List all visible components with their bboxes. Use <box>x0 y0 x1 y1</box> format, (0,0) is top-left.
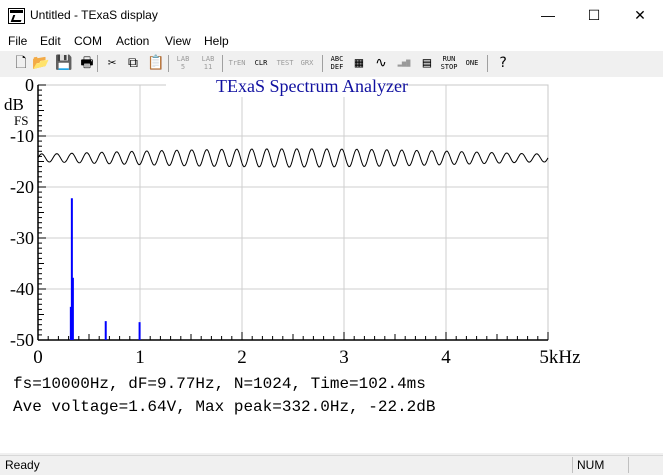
status-cell <box>628 457 663 473</box>
lab11-icon[interactable]: LAB 11 <box>199 54 217 73</box>
status-bar: Ready NUM <box>0 455 663 475</box>
x-tick-label: 5kHz <box>539 347 580 368</box>
save-icon[interactable]: 💾 <box>55 54 73 72</box>
y-tick-label: -50 <box>10 330 34 350</box>
x-tick-label: 0 <box>33 347 43 368</box>
menu-com[interactable]: COM <box>74 34 102 48</box>
status-text: Ready <box>5 458 40 472</box>
grid-icon[interactable]: GRX <box>298 54 316 72</box>
y-tick-label: -40 <box>10 279 34 299</box>
minimize-button[interactable]: — <box>525 0 571 31</box>
maximize-button[interactable]: ☐ <box>571 0 617 31</box>
open-icon[interactable]: 📂 <box>32 54 50 72</box>
y-tick-label: -30 <box>10 228 34 248</box>
waveform-trace <box>37 148 549 168</box>
print-icon[interactable]: 🖶 <box>78 54 96 72</box>
waveform-icon[interactable]: ∿ <box>372 54 390 72</box>
menu-file[interactable]: File <box>8 34 27 48</box>
maximize-icon: ☐ <box>587 7 601 23</box>
toolbar-separator <box>168 55 169 72</box>
info-line-1: fs=10000Hz, dF=9.77Hz, N=1024, Time=102.… <box>13 375 426 393</box>
y-unit-label-fs: FS <box>14 113 28 128</box>
close-button[interactable]: ✕ <box>617 0 663 31</box>
y-tick-label: -20 <box>10 177 34 197</box>
title-bar: Untitled - TExaS display — ☐ ✕ <box>0 0 663 31</box>
tren-icon[interactable]: TrEN <box>228 54 246 72</box>
menu-edit[interactable]: Edit <box>40 34 61 48</box>
window-title: Untitled - TExaS display <box>30 8 158 22</box>
scope-icon[interactable]: ▦ <box>350 54 368 72</box>
info-line-2: Ave voltage=1.64V, Max peak=332.0Hz, -22… <box>13 398 436 416</box>
help-icon[interactable]: ? <box>494 54 512 72</box>
menu-help[interactable]: Help <box>204 34 229 48</box>
chart-title: TExaS Spectrum Analyzer <box>216 77 408 96</box>
abcdef-icon[interactable]: ABC DEF <box>328 54 346 73</box>
x-tick-label: 4 <box>441 347 451 368</box>
plot-frame <box>37 84 549 341</box>
menu-view[interactable]: View <box>165 34 191 48</box>
x-tick-label: 2 <box>237 347 247 368</box>
toolbar-separator <box>222 55 223 72</box>
x-tick-label: 3 <box>339 347 349 368</box>
spectrum-plot: TExaS Spectrum Analyzer 0 -10 -20 -30 -40 -50 d… <box>4 75 581 368</box>
grid-wave-icon[interactable]: ▤ <box>418 54 436 72</box>
lab5-icon[interactable]: LAB 5 <box>174 54 192 73</box>
y-tick-label: -10 <box>10 126 34 146</box>
toolbar: 🗋 📂 💾 🖶 ✂ ⧉ 📋 LAB 5 LAB 11 TrEN CLR TEST GRX ABC DEF ▦… <box>0 52 663 76</box>
status-num: NUM <box>572 457 629 473</box>
cut-icon[interactable]: ✂ <box>103 54 121 72</box>
y-tick-label: 0 <box>25 77 34 95</box>
clear-icon[interactable]: CLR <box>252 54 270 72</box>
spectrum-icon[interactable]: ▂▅▇ <box>395 54 413 72</box>
minimize-icon: — <box>541 7 555 23</box>
new-icon[interactable]: 🗋 <box>12 54 30 72</box>
close-icon: ✕ <box>634 7 646 23</box>
copy-icon[interactable]: ⧉ <box>124 54 142 72</box>
plot-panel: TExaS Spectrum Analyzer 0 -10 -20 -30 -40 -50 d… <box>0 75 663 453</box>
app-icon[interactable] <box>8 8 25 24</box>
y-unit-label: dB <box>4 95 24 114</box>
one-icon[interactable]: ONE <box>463 54 481 72</box>
menu-bar: File Edit COM Action View Help <box>0 31 663 51</box>
run-stop-icon[interactable]: RUN STOP <box>440 54 458 73</box>
paste-icon[interactable]: 📋 <box>147 54 165 72</box>
menu-action[interactable]: Action <box>116 34 149 48</box>
toolbar-separator <box>322 55 323 72</box>
test-icon[interactable]: TEST <box>276 54 294 72</box>
x-tick-label: 1 <box>135 347 145 368</box>
toolbar-separator <box>97 55 98 72</box>
toolbar-separator <box>487 55 488 72</box>
